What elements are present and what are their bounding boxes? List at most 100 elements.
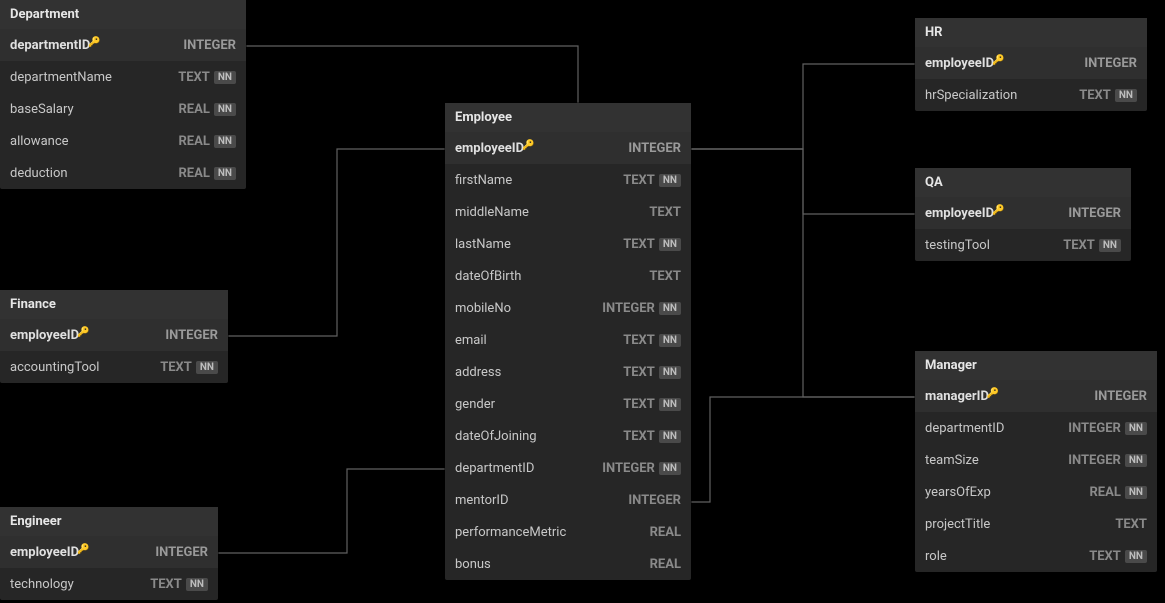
entity-header[interactable]: HR	[915, 18, 1147, 47]
column-type-text: INTEGER	[1068, 453, 1121, 468]
column-name-text: allowance	[10, 134, 69, 149]
column-row[interactable]: testingToolTEXTNN	[915, 229, 1131, 261]
column-row[interactable]: performanceMetricREAL	[445, 516, 691, 548]
column-type-text: REAL	[178, 166, 209, 181]
entity-employee[interactable]: EmployeeemployeeID🔑INTEGERfirstNameTEXTN…	[445, 103, 691, 580]
column-row[interactable]: lastNameTEXTNN	[445, 228, 691, 260]
column-type: INTEGER	[628, 493, 681, 508]
column-name: lastName	[455, 237, 623, 252]
column-type-text: TEXT	[623, 429, 655, 444]
column-name-text: mobileNo	[455, 301, 511, 316]
entity-manager[interactable]: ManagermanagerID🔑INTEGERdepartmentIDINTE…	[915, 351, 1157, 572]
column-row[interactable]: departmentIDINTEGERNN	[445, 452, 691, 484]
column-name: departmentID	[455, 461, 602, 476]
not-null-badge: NN	[659, 302, 681, 315]
column-row[interactable]: departmentNameTEXTNN	[0, 61, 246, 93]
column-name: departmentName	[10, 70, 178, 85]
column-row[interactable]: genderTEXTNN	[445, 388, 691, 420]
column-name-text: gender	[455, 397, 495, 412]
primary-key-icon: 🔑	[522, 140, 534, 151]
column-name: technology	[10, 577, 150, 592]
column-name: dateOfBirth	[455, 269, 649, 284]
column-row[interactable]: mentorIDINTEGER	[445, 484, 691, 516]
column-row[interactable]: yearsOfExpREALNN	[915, 476, 1157, 508]
column-row[interactable]: departmentID🔑INTEGER	[0, 29, 246, 61]
column-row[interactable]: deductionREALNN	[0, 157, 246, 189]
column-name: middleName	[455, 205, 649, 220]
entity-department[interactable]: DepartmentdepartmentID🔑INTEGERdepartment…	[0, 0, 246, 189]
not-null-badge: NN	[659, 174, 681, 187]
column-row[interactable]: managerID🔑INTEGER	[915, 380, 1157, 412]
column-name: email	[455, 333, 623, 348]
column-type: INTEGERNN	[1068, 453, 1147, 468]
not-null-badge: NN	[1115, 89, 1137, 102]
column-row[interactable]: baseSalaryREALNN	[0, 93, 246, 125]
column-row[interactable]: projectTitleTEXT	[915, 508, 1157, 540]
column-row[interactable]: employeeID🔑INTEGER	[915, 47, 1147, 79]
entity-header[interactable]: QA	[915, 168, 1131, 197]
column-type-text: REAL	[178, 102, 209, 117]
column-name: firstName	[455, 173, 623, 188]
column-type: INTEGER	[1068, 206, 1121, 221]
column-type-text: INTEGER	[1068, 421, 1121, 436]
column-type-text: INTEGER	[1084, 56, 1137, 71]
column-row[interactable]: dateOfJoiningTEXTNN	[445, 420, 691, 452]
column-name: role	[925, 549, 1089, 564]
column-row[interactable]: employeeID🔑INTEGER	[445, 132, 691, 164]
relationship-line	[691, 149, 915, 214]
column-name: baseSalary	[10, 102, 178, 117]
column-row[interactable]: employeeID🔑INTEGER	[0, 319, 228, 351]
column-row[interactable]: emailTEXT NN	[445, 324, 691, 356]
column-row[interactable]: roleTEXTNN	[915, 540, 1157, 572]
column-name: employeeID🔑	[925, 56, 1084, 71]
column-type-text: TEXT	[649, 269, 681, 284]
column-type: TEXTNN	[623, 365, 681, 380]
column-row[interactable]: hrSpecializationTEXTNN	[915, 79, 1147, 111]
entity-header[interactable]: Finance	[0, 290, 228, 319]
entity-header[interactable]: Department	[0, 0, 246, 29]
column-name-text: employeeID	[925, 56, 994, 71]
entity-engineer[interactable]: EngineeremployeeID🔑INTEGERtechnologyTEXT…	[0, 507, 218, 600]
column-row[interactable]: bonusREAL	[445, 548, 691, 580]
column-name: gender	[455, 397, 623, 412]
column-row[interactable]: allowanceREALNN	[0, 125, 246, 157]
entity-header[interactable]: Engineer	[0, 507, 218, 536]
column-row[interactable]: employeeID🔑INTEGER	[915, 197, 1131, 229]
column-name-text: employeeID	[455, 141, 524, 156]
column-name: performanceMetric	[455, 525, 650, 540]
column-type-text: TEXT	[623, 333, 655, 348]
column-name: allowance	[10, 134, 178, 149]
column-row[interactable]: technologyTEXTNN	[0, 568, 218, 600]
column-row[interactable]: employeeID🔑INTEGER	[0, 536, 218, 568]
not-null-badge: NN	[659, 398, 681, 411]
not-null-badge: NN	[1125, 550, 1147, 563]
column-type-text: INTEGER	[602, 301, 655, 316]
column-name-text: managerID	[925, 389, 989, 404]
primary-key-icon: 🔑	[77, 544, 89, 555]
column-row[interactable]: accountingToolTEXTNN	[0, 351, 228, 383]
column-row[interactable]: firstNameTEXT NN	[445, 164, 691, 196]
not-null-badge: NN	[659, 334, 681, 347]
entity-hr[interactable]: HRemployeeID🔑INTEGERhrSpecializationTEXT…	[915, 18, 1147, 111]
column-type-text: INTEGER	[628, 493, 681, 508]
column-row[interactable]: departmentIDINTEGERNN	[915, 412, 1157, 444]
column-row[interactable]: addressTEXTNN	[445, 356, 691, 388]
column-type-text: TEXT	[1079, 88, 1111, 103]
column-row[interactable]: teamSizeINTEGERNN	[915, 444, 1157, 476]
column-type: TEXTNN	[623, 237, 681, 252]
column-row[interactable]: middleNameTEXT	[445, 196, 691, 228]
column-row[interactable]: mobileNo INTEGER NN	[445, 292, 691, 324]
column-type: TEXT NN	[1079, 88, 1137, 103]
entity-qa[interactable]: QAemployeeID🔑INTEGERtestingToolTEXTNN	[915, 168, 1131, 261]
entity-finance[interactable]: FinanceemployeeID🔑INTEGERaccountingToolT…	[0, 290, 228, 383]
relationship-line	[691, 64, 915, 149]
column-name-text: yearsOfExp	[925, 485, 991, 500]
column-type-text: TEXT	[649, 205, 681, 220]
column-type-text: INTEGER	[155, 545, 208, 560]
column-type-text: REAL	[650, 557, 681, 572]
entity-header[interactable]: Employee	[445, 103, 691, 132]
column-type-text: TEXT	[623, 173, 655, 188]
entity-header[interactable]: Manager	[915, 351, 1157, 380]
column-name: employeeID🔑	[925, 206, 1068, 221]
column-row[interactable]: dateOfBirthTEXT	[445, 260, 691, 292]
